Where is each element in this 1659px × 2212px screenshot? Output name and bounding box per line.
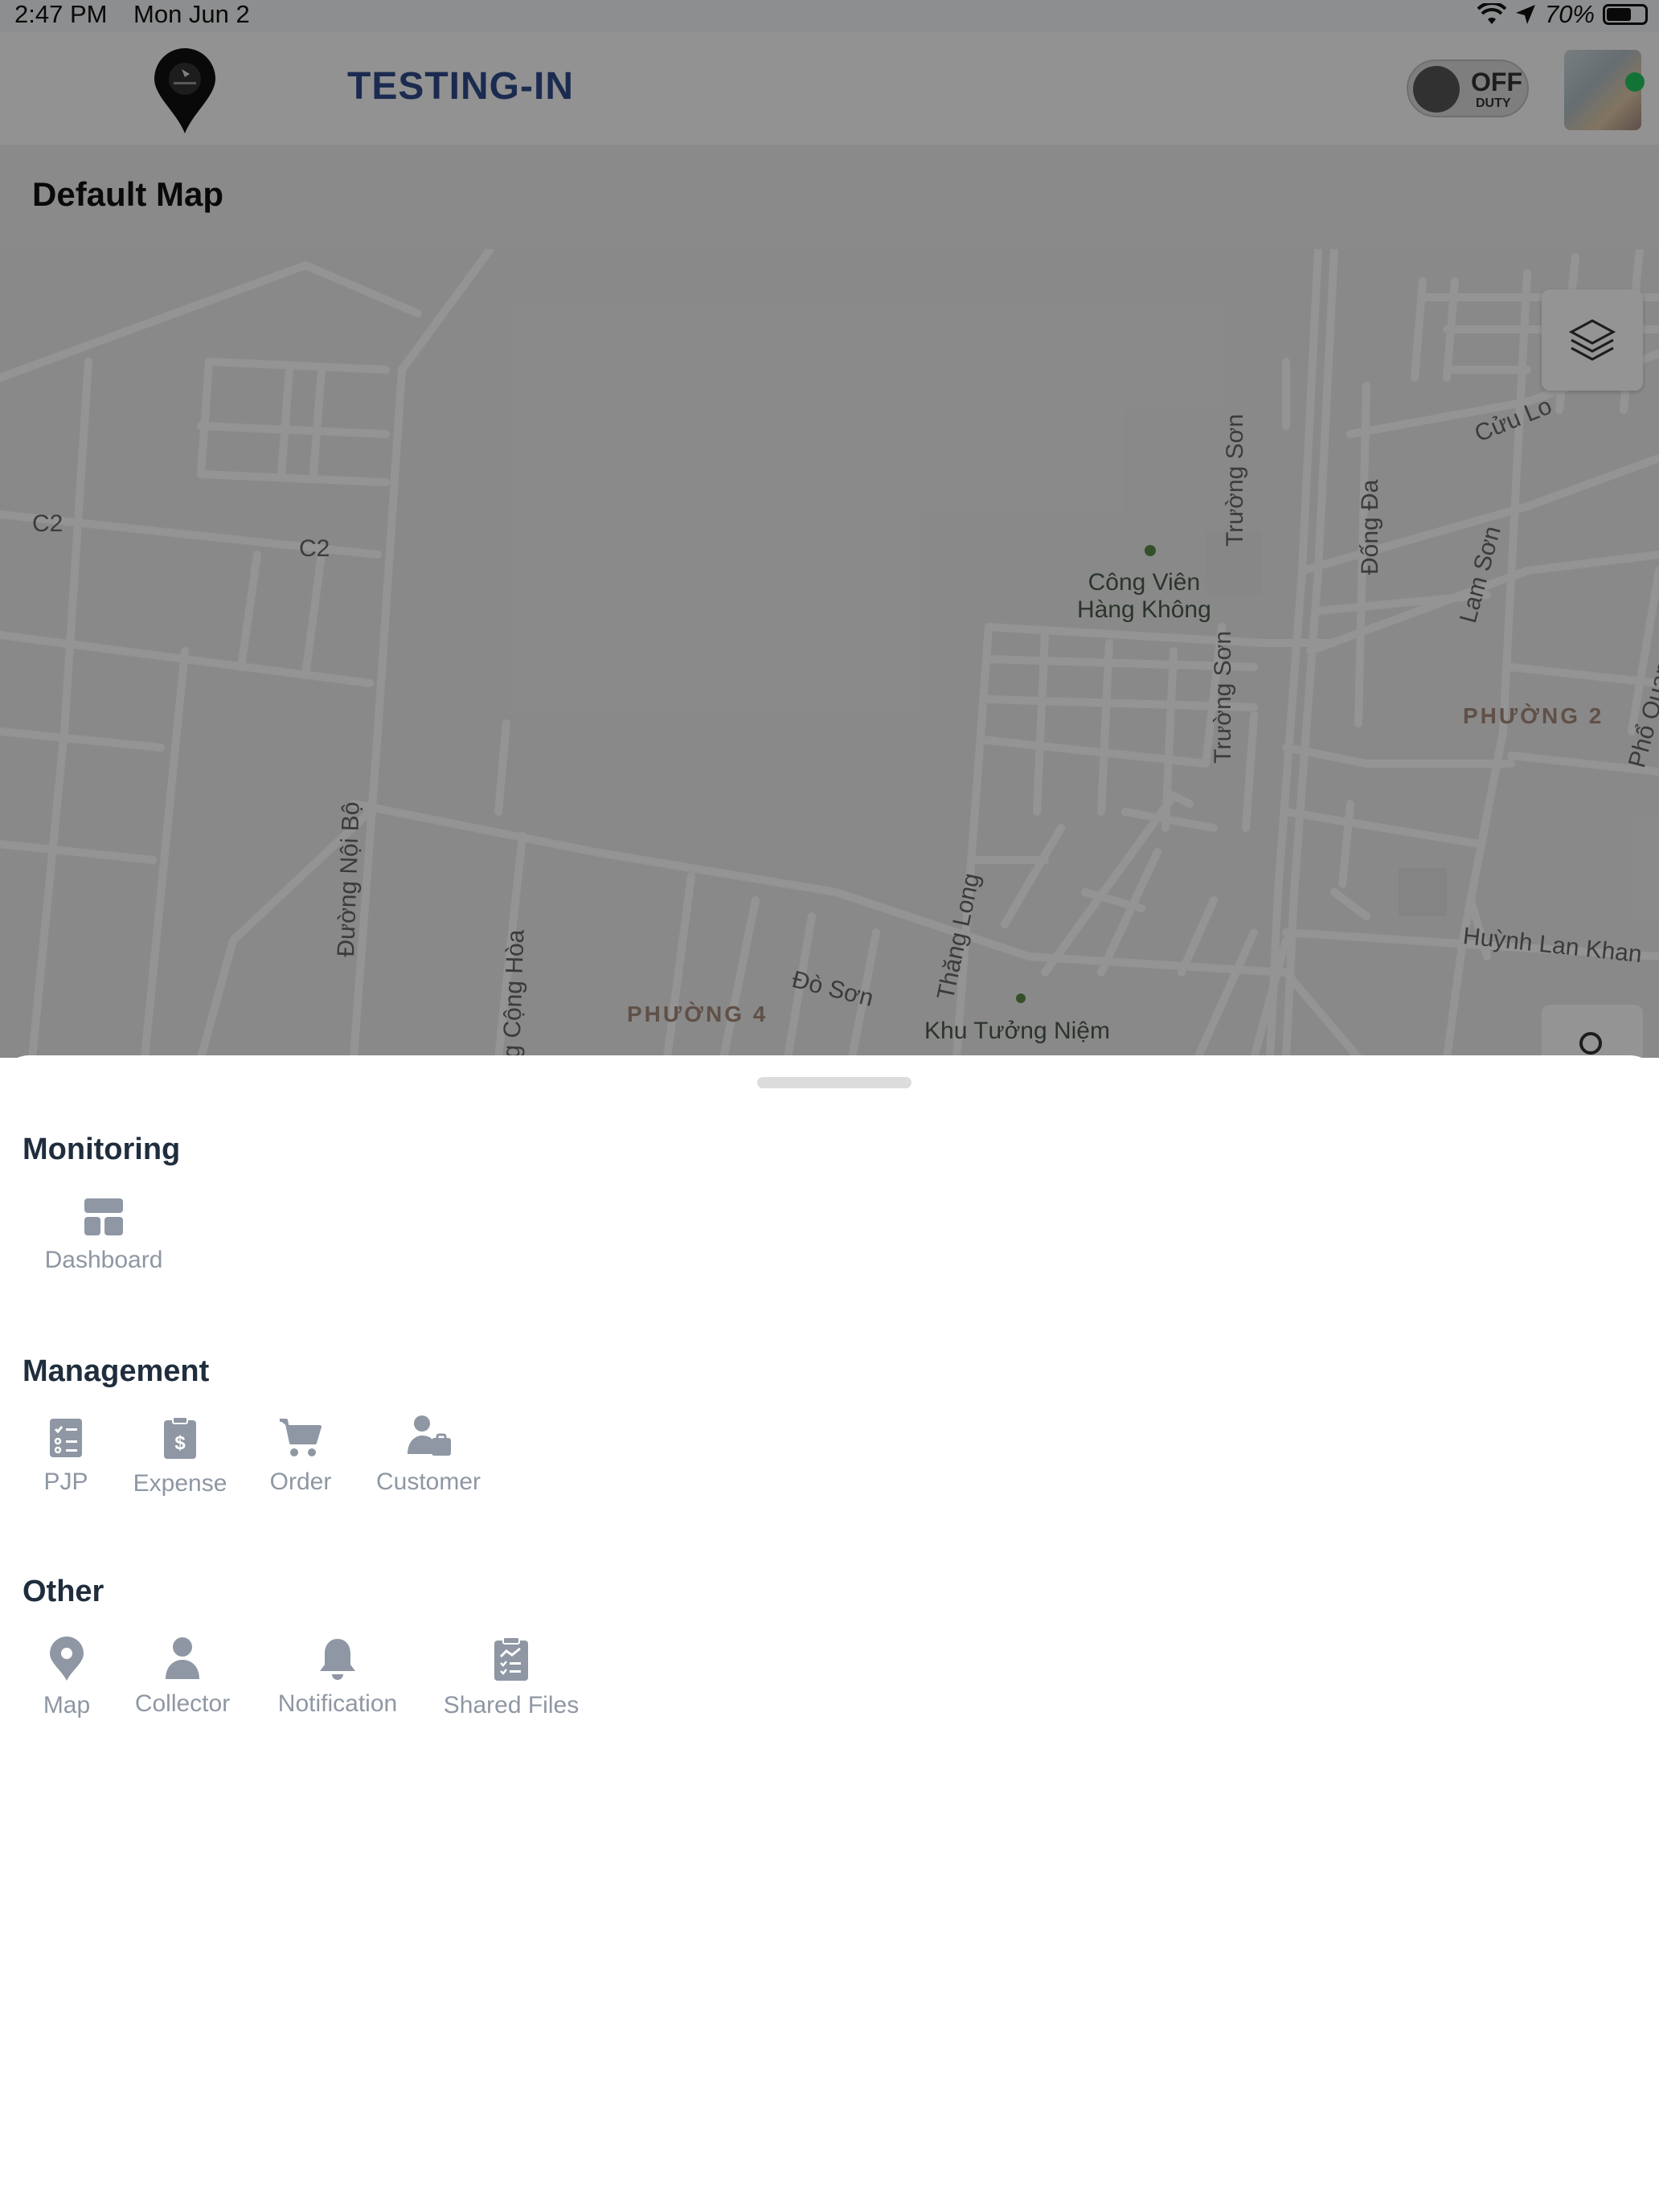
menu-item-label: Shared Files — [443, 1692, 580, 1718]
status-right: 70% — [1477, 0, 1648, 29]
search-icon — [1579, 1032, 1602, 1055]
map-label-ward-4: PHƯỜNG 4 — [627, 1002, 768, 1026]
menu-item-label: Notification — [277, 1690, 398, 1717]
duty-status-label: OFF — [1471, 68, 1522, 96]
menu-item-shared-files[interactable]: Shared Files — [437, 1636, 585, 1719]
map-label-ward-2: PHƯỜNG 2 — [1463, 703, 1604, 728]
map-view[interactable]: C2 C2 Công Viên Hàng Không Trường Sơn Tr… — [0, 249, 1659, 1058]
layers-icon — [1568, 319, 1616, 361]
menu-item-order[interactable]: Order — [262, 1415, 339, 1496]
battery-icon — [1603, 4, 1648, 25]
menu-item-label: Dashboard — [44, 1247, 163, 1273]
online-status-dot — [1625, 72, 1645, 92]
status-bar: 2:47 PM Mon Jun 2 70% — [0, 0, 1659, 29]
menu-item-label: Expense — [133, 1470, 227, 1497]
map-label-dong-da: Đống Đa — [1357, 479, 1383, 575]
app-header: TESTING-IN OFF DUTY — [0, 32, 1659, 145]
menu-item-customer[interactable]: Customer — [370, 1414, 487, 1496]
map-label-khu-tuong-niem: Khu Tưởng Niệm — [924, 1018, 1110, 1044]
clipboard-chart-icon — [494, 1636, 528, 1681]
menu-item-dashboard[interactable]: Dashboard — [32, 1197, 175, 1274]
map-label-park-line1: Công Viên — [1088, 569, 1201, 596]
map-label-park-line2: Hàng Không — [1077, 596, 1211, 623]
map-roads — [0, 249, 1659, 1058]
dollar-clipboard-icon: $ — [164, 1416, 196, 1459]
duty-toggle[interactable]: OFF DUTY — [1407, 59, 1529, 117]
user-icon — [166, 1637, 199, 1679]
wifi-icon — [1477, 3, 1506, 24]
map-layers-button[interactable] — [1542, 289, 1643, 391]
map-title-bar: Default Map — [0, 145, 1659, 249]
background-screen: 2:47 PM Mon Jun 2 70% TESTING-IN OFF DUT… — [0, 0, 1659, 1058]
location-arrow-icon — [1515, 5, 1535, 24]
bell-icon — [320, 1639, 355, 1680]
duty-sub-label: DUTY — [1476, 96, 1511, 110]
memorial-marker-icon — [1016, 993, 1026, 1003]
duty-toggle-knob — [1413, 66, 1460, 113]
section-title-other: Other — [23, 1575, 104, 1608]
map-locate-button[interactable] — [1542, 1005, 1643, 1058]
svg-text:$: $ — [174, 1432, 186, 1454]
section-title-monitoring: Monitoring — [23, 1133, 181, 1166]
menu-item-collector[interactable]: Collector — [129, 1636, 236, 1718]
map-pin-icon — [50, 1636, 84, 1681]
menu-item-label: Collector — [134, 1690, 231, 1717]
map-label-cong-hoa: g Cộng Hòa — [498, 928, 530, 1058]
menu-item-pjp[interactable]: PJP — [32, 1415, 100, 1496]
battery-percent: 70% — [1544, 0, 1595, 28]
cart-icon — [280, 1419, 322, 1456]
status-date: Mon Jun 2 — [133, 0, 250, 28]
menu-item-label: Map — [43, 1692, 91, 1718]
menu-item-notification[interactable]: Notification — [268, 1636, 407, 1718]
map-label-c2-mid: C2 — [299, 535, 330, 562]
logo-pin-icon — [154, 48, 215, 133]
menu-item-map[interactable]: Map — [32, 1636, 101, 1719]
user-briefcase-icon — [408, 1415, 451, 1456]
menu-item-label: Order — [269, 1469, 332, 1495]
map-title: Default Map — [32, 175, 224, 213]
map-label-truong-son-2: Trường Sơn — [1210, 630, 1236, 764]
status-time: 2:47 PM — [14, 0, 108, 28]
sheet-grabber[interactable] — [757, 1077, 911, 1088]
menu-bottom-sheet: Monitoring Dashboard Management PJP $ Ex… — [0, 1055, 1659, 2212]
map-label-truong-son-1: Trường Sơn — [1222, 413, 1248, 547]
app-title: TESTING-IN — [347, 65, 574, 108]
map-label-c2-left: C2 — [32, 510, 63, 537]
dashboard-icon — [84, 1198, 123, 1235]
map-label-noi-bo: Đường Nội Bộ — [333, 801, 365, 958]
menu-item-expense[interactable]: $ Expense — [125, 1415, 235, 1497]
menu-item-label: Customer — [375, 1469, 481, 1495]
menu-item-label: PJP — [43, 1469, 88, 1495]
section-title-management: Management — [23, 1354, 210, 1388]
checklist-icon — [50, 1419, 82, 1457]
park-marker-icon — [1145, 545, 1156, 556]
map-label-park: Công Viên Hàng Không — [1077, 569, 1211, 624]
